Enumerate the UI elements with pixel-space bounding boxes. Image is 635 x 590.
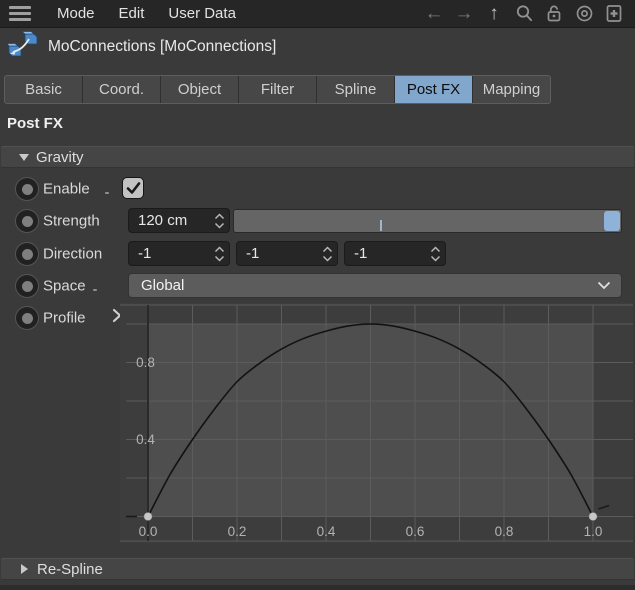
lock-icon[interactable] [541,1,567,27]
menu-edit[interactable]: Edit [107,0,157,28]
direction-z-input[interactable]: -1 [344,241,446,266]
tab-spline[interactable]: Spline [317,76,395,103]
row-strength: Strength 120 cm [0,208,635,234]
tab-basic[interactable]: Basic [5,76,83,103]
menu-user-data[interactable]: User Data [156,0,248,28]
keyframe-dot-icon[interactable] [16,243,38,265]
menubar-icon-group: ← → ↑ [421,1,627,27]
moconnections-icon [8,31,38,63]
strength-slider[interactable] [233,209,622,233]
enable-label: Enable [43,181,90,198]
collapse-triangle-icon [19,154,29,161]
svg-text:0.4: 0.4 [136,432,155,447]
keyframe-dot-icon[interactable] [16,178,38,200]
profile-spline-graph[interactable]: 0.0 0.2 0.4 0.6 0.8 1.0 0.4 0.8 [120,303,633,543]
row-enable: Enable [0,176,635,202]
attribute-manager-panel: Mode Edit User Data ← → ↑ [0,0,635,590]
tab-filter[interactable]: Filter [239,76,317,103]
search-icon[interactable] [511,1,537,27]
slider-handle[interactable] [604,211,620,231]
chevron-down-icon [597,277,611,294]
direction-x-value: -1 [129,245,209,262]
direction-y-input[interactable]: -1 [236,241,338,266]
tabstrip: Basic Coord. Object Filter Spline Post F… [4,75,551,104]
direction-x-input[interactable]: -1 [128,241,230,266]
spinner-arrows-icon[interactable] [317,242,337,265]
section-header-gravity[interactable]: Gravity [1,146,634,168]
profile-label: Profile [43,310,86,327]
svg-text:0.4: 0.4 [317,524,336,539]
keyframe-dot-icon[interactable] [16,275,38,297]
tab-mapping[interactable]: Mapping [473,76,550,103]
space-label: Space [43,278,86,295]
keyframe-dot-icon[interactable] [16,210,38,232]
row-direction: Direction -1 -1 -1 [0,241,635,267]
svg-text:0.8: 0.8 [136,355,155,370]
up-arrow-icon[interactable]: ↑ [481,1,507,27]
enable-checkbox[interactable] [122,177,144,199]
page-title: Post FX [7,115,63,132]
svg-text:0.8: 0.8 [495,524,514,539]
strength-input[interactable]: 120 cm [128,208,230,233]
space-value: Global [129,277,597,294]
direction-z-value: -1 [345,245,425,262]
section-header-respline[interactable]: Re-Spline [1,558,634,580]
tab-coord[interactable]: Coord. [83,76,161,103]
menubar: Mode Edit User Data ← → ↑ [0,0,635,28]
menu-mode[interactable]: Mode [45,0,107,28]
object-title: MoConnections [MoConnections] [48,38,276,56]
svg-text:1.0: 1.0 [584,524,603,539]
space-dropdown[interactable]: Global [128,273,622,298]
svg-text:0.0: 0.0 [139,524,158,539]
back-arrow-icon[interactable]: ← [421,1,447,27]
spinner-arrows-icon[interactable] [209,242,229,265]
direction-label: Direction [43,246,102,263]
svg-text:0.6: 0.6 [406,524,425,539]
direction-y-value: -1 [237,245,317,262]
tab-post-fx[interactable]: Post FX [395,76,473,103]
spinner-arrows-icon[interactable] [209,209,229,232]
strength-label: Strength [43,213,100,230]
section-label: Re-Spline [37,561,103,578]
label-tick [105,192,109,194]
target-icon[interactable] [571,1,597,27]
tab-object[interactable]: Object [161,76,239,103]
section-label: Gravity [36,149,84,166]
hamburger-menu-icon[interactable] [9,6,31,21]
object-header: MoConnections [MoConnections] [0,29,635,65]
slider-default-tick [380,220,382,231]
forward-arrow-icon[interactable]: → [451,1,477,27]
add-panel-icon[interactable] [601,1,627,27]
collapsed-triangle-icon [21,564,28,574]
row-space: Space Global [0,273,635,299]
keyframe-dot-icon[interactable] [16,307,38,329]
label-tick [93,289,97,291]
strength-value: 120 cm [129,212,209,229]
bottom-divider [0,585,635,590]
svg-text:0.2: 0.2 [228,524,247,539]
spinner-arrows-icon[interactable] [425,242,445,265]
